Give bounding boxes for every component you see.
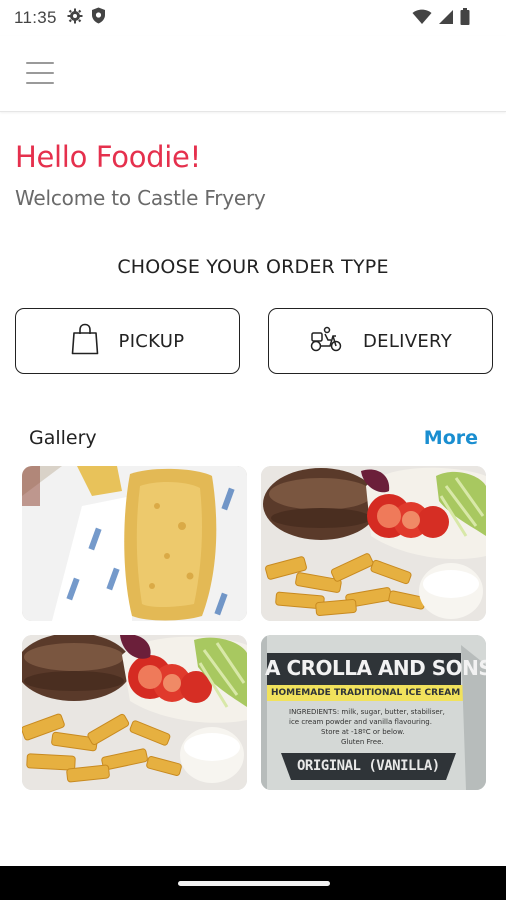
- tub-ingredients-text-2: ice cream powder and vanilla flavouring.: [289, 718, 432, 726]
- delivery-label: DELIVERY: [362, 330, 452, 352]
- wifi-icon: [412, 9, 432, 30]
- status-time: 11:35: [14, 8, 57, 27]
- home-indicator[interactable]: [178, 881, 330, 886]
- tub-gluten-text: Gluten Free.: [341, 738, 384, 746]
- status-bar: 11:35: [0, 0, 506, 36]
- shield-icon: [91, 7, 106, 29]
- battered-fish-chips-photo[interactable]: [22, 466, 247, 621]
- delivery-button[interactable]: DELIVERY: [268, 308, 493, 374]
- gallery-title: Gallery: [29, 427, 97, 449]
- tub-flavour-text: ORIGINAL (VANILLA): [297, 758, 440, 774]
- greeting-title: Hello Foodie!: [15, 140, 201, 174]
- tub-subtitle-text: HOMEMADE TRADITIONAL ICE CREAM: [271, 688, 461, 698]
- shopping-bag-icon: [71, 323, 99, 360]
- scooter-icon: [309, 325, 343, 358]
- burger-chips-salad-photo[interactable]: [261, 466, 486, 621]
- ice-cream-tub-photo[interactable]: A CROLLA AND SONS HOMEMADE TRADITIONAL I…: [261, 635, 486, 790]
- tub-storage-text: Store at -18ºC or below.: [321, 728, 405, 736]
- system-nav-bar: [0, 866, 506, 900]
- pickup-label: PICKUP: [118, 330, 185, 352]
- order-type-heading: CHOOSE YOUR ORDER TYPE: [117, 256, 389, 278]
- gallery-more-link[interactable]: More: [424, 427, 478, 449]
- tub-ingredients-text: INGREDIENTS: milk, sugar, butter, stabil…: [289, 708, 445, 716]
- ice-cream-tub-label: A CROLLA AND SONS HOMEMADE TRADITIONAL I…: [261, 635, 486, 790]
- app-bar: [0, 36, 506, 112]
- welcome-subtitle: Welcome to Castle Fryery: [15, 186, 266, 210]
- pickup-button[interactable]: PICKUP: [15, 308, 240, 374]
- tub-brand-text: A CROLLA AND SONS: [265, 656, 486, 680]
- gear-icon: [67, 8, 83, 29]
- burger-chips-salad-photo-2[interactable]: [22, 635, 247, 790]
- hamburger-menu-icon[interactable]: [26, 62, 54, 84]
- battery-icon: [460, 8, 470, 30]
- signal-icon: [438, 9, 454, 30]
